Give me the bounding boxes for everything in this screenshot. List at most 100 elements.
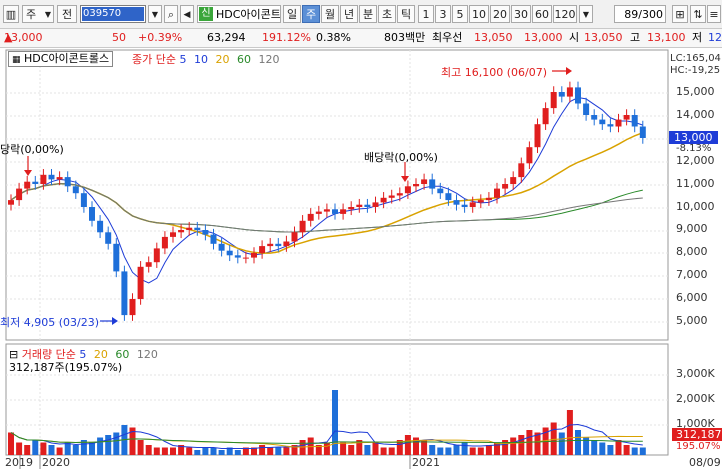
volume-bar (623, 445, 630, 455)
volume-bar (89, 442, 95, 455)
candle-body (40, 174, 47, 184)
volume-bar (170, 447, 176, 455)
price-tick: 12,000 (676, 154, 715, 167)
price-tick: 7,000 (676, 268, 708, 281)
candle-body (502, 184, 509, 189)
candle-body (591, 115, 598, 120)
volume-ma-120[interactable]: 120 (137, 348, 158, 361)
volume-bar (72, 445, 79, 455)
candle-body (64, 177, 71, 187)
price-legend-name[interactable]: ▦ HDC아이콘트롤스 (8, 51, 114, 67)
candle-body (24, 181, 31, 189)
volume-bar (137, 440, 144, 455)
candle-body (259, 246, 266, 253)
candle-body (534, 124, 541, 148)
volume-bar (445, 447, 452, 455)
volume-bar (615, 440, 622, 455)
x-label-2020: 2020 (42, 456, 70, 469)
volume-bar (510, 437, 517, 455)
volume-bar (161, 447, 168, 455)
price-tick: 15,000 (676, 85, 715, 98)
candle-body (526, 147, 533, 164)
volume-bar (364, 445, 371, 455)
volume-bar (469, 447, 476, 455)
price-ma-10[interactable]: 10 (194, 53, 208, 66)
candle-body (469, 202, 476, 207)
volume-bar (32, 440, 39, 455)
dividend-mid-label: 배당락(0,00%) (364, 151, 438, 164)
dividend-left-label: 당락(0,00%) (0, 143, 64, 156)
volume-bar (566, 410, 573, 455)
volume-bar (145, 445, 152, 455)
candle-body (404, 186, 411, 194)
volume-bar (97, 437, 104, 455)
candle-body (575, 87, 581, 104)
candle-body (16, 188, 23, 201)
price-volume-chart[interactable] (0, 0, 722, 469)
price-ma-20[interactable]: 20 (215, 53, 229, 66)
volume-bar (518, 435, 525, 455)
volume-bar (153, 447, 160, 455)
volume-bar (550, 422, 557, 455)
candle-body (631, 115, 638, 127)
hc-label: HC:-19,25 (670, 65, 721, 76)
candle-body (639, 126, 646, 138)
candle-body (356, 204, 363, 207)
last-volume-box: 312,187 (672, 428, 722, 441)
volume-bar (202, 447, 209, 455)
candle-body (510, 177, 517, 184)
volume-bar (372, 442, 379, 455)
candle-body (437, 188, 444, 194)
candle-body (218, 243, 225, 251)
candle-body (178, 230, 185, 233)
volume-bar (234, 450, 241, 455)
volume-bar (210, 447, 217, 455)
volume-bar (323, 442, 330, 455)
candle-body (153, 248, 160, 263)
volume-bar (429, 445, 436, 455)
candle-body (291, 232, 298, 242)
candle-body (56, 177, 63, 180)
candle-body (445, 193, 452, 201)
price-ma-5[interactable]: 5 (179, 53, 186, 66)
price-ma-60[interactable]: 60 (237, 53, 251, 66)
candle-body (583, 103, 590, 115)
volume-bar (558, 432, 565, 455)
high-annotation: 최고 16,100 (06/07) (441, 66, 548, 79)
price-ma-120[interactable]: 120 (258, 53, 279, 66)
candle-body (113, 243, 120, 272)
candle-body (413, 184, 419, 187)
volume-bar (404, 435, 411, 455)
volume-bar (24, 445, 31, 455)
volume-bar (283, 447, 290, 455)
candle-body (72, 186, 79, 194)
candle-body (348, 207, 355, 210)
volume-bar (380, 447, 387, 455)
candle-body (121, 271, 128, 316)
candle-body (170, 232, 176, 237)
volume-bar (259, 445, 266, 455)
candle-body (332, 209, 338, 214)
candle-body (566, 87, 573, 97)
volume-bar (388, 447, 395, 455)
price-legend-title: HDC아이콘트롤스 (24, 52, 110, 65)
volume-bar (453, 445, 460, 455)
candle-body (461, 204, 468, 207)
candle-body (251, 253, 257, 258)
candle-body (429, 179, 436, 189)
volume-bar (186, 447, 193, 455)
candle-body (299, 220, 306, 233)
volume-bar (16, 442, 23, 455)
candle-body (283, 241, 290, 247)
price-tick: 14,000 (676, 108, 715, 121)
volume-bar (105, 435, 112, 455)
candle-body (615, 119, 622, 127)
candle-body (340, 209, 347, 214)
volume-bar (340, 442, 347, 455)
candle-body (396, 193, 403, 196)
price-ma-label: 종가 단순 (132, 53, 176, 66)
volume-bar (599, 442, 606, 455)
lc-label: LC:165,04 (670, 53, 721, 64)
current-change-pct: -8.13% (676, 143, 712, 154)
volume-tick: 2,000K (676, 392, 715, 405)
